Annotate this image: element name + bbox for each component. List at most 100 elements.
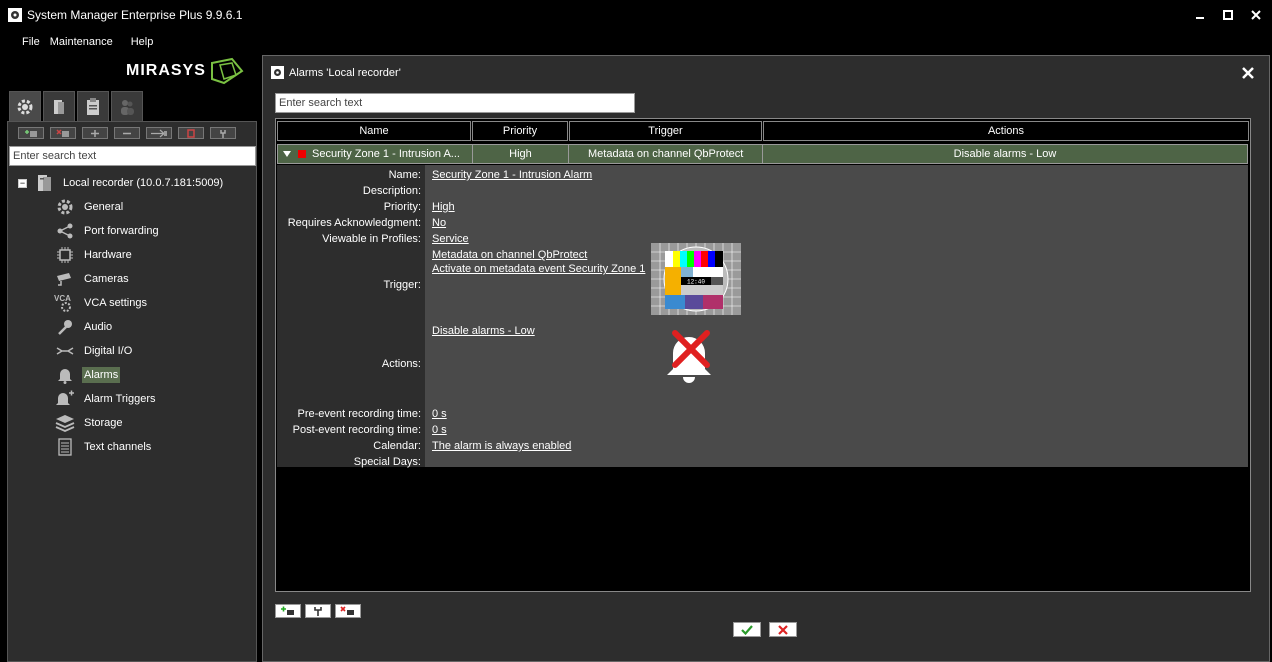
- alarms-search-input[interactable]: [275, 93, 635, 113]
- label-pre-event: Pre-event recording time:: [297, 408, 422, 420]
- window-title: System Manager Enterprise Plus 9.9.6.1: [27, 8, 243, 22]
- remove-server-button[interactable]: [50, 127, 76, 139]
- value-ack-link[interactable]: No: [432, 217, 446, 229]
- tab-clipboard[interactable]: [77, 91, 109, 121]
- tab-settings[interactable]: [9, 91, 41, 121]
- left-panel: MIRASYS Enter search text − Local record…: [0, 55, 260, 662]
- left-search-input[interactable]: [9, 146, 256, 166]
- layers-icon: [55, 415, 75, 432]
- add-alarm-icon: [281, 606, 294, 615]
- value-priority-link[interactable]: High: [432, 201, 455, 213]
- server-icon: [54, 99, 64, 114]
- value-profiles-link[interactable]: Service: [432, 233, 469, 245]
- menu-maintenance[interactable]: Maintenance: [50, 33, 131, 51]
- gear-icon: [57, 199, 73, 215]
- label-trigger: Trigger:: [383, 279, 422, 291]
- tree-item-text-channels[interactable]: Text channels: [54, 436, 153, 458]
- tree-item-digital-io[interactable]: Digital I/O: [54, 340, 134, 362]
- clipboard-icon: [87, 97, 99, 115]
- mirasys-logo-icon: [210, 57, 244, 85]
- wrench-icon: [220, 129, 226, 138]
- maximize-button[interactable]: [1220, 8, 1236, 22]
- tree-item-general[interactable]: General: [54, 196, 125, 218]
- delete-alarm-button[interactable]: [335, 604, 361, 618]
- column-header-priority[interactable]: Priority: [472, 121, 568, 141]
- minus-icon: [123, 132, 131, 134]
- tree-item-hardware[interactable]: Hardware: [54, 244, 134, 266]
- tab-servers[interactable]: [43, 91, 75, 121]
- tree-item-port-forwarding[interactable]: Port forwarding: [54, 220, 161, 242]
- value-trigger-event-link[interactable]: Activate on metadata event Security Zone…: [432, 263, 645, 275]
- tree-item-storage[interactable]: Storage: [54, 412, 125, 434]
- label-ack: Requires Acknowledgment:: [287, 217, 421, 229]
- tree-item-cameras[interactable]: Cameras: [54, 268, 131, 290]
- add-server-button[interactable]: [18, 127, 44, 139]
- value-pre-event-link[interactable]: 0 s: [432, 408, 447, 420]
- remove-button[interactable]: [114, 127, 140, 139]
- table-row[interactable]: Security Zone 1 - Intrusion A... High Me…: [277, 144, 1248, 164]
- chip-icon: [57, 247, 73, 263]
- dialog-close-icon[interactable]: [1241, 66, 1255, 80]
- menu-bar: File Maintenance Help: [0, 33, 171, 51]
- value-trigger-channel-link[interactable]: Metadata on channel QbProtect: [432, 249, 587, 261]
- minimize-button[interactable]: [1192, 8, 1208, 22]
- tree-item-alarms[interactable]: Alarms: [54, 364, 121, 386]
- tree-item-audio[interactable]: Audio: [54, 316, 114, 338]
- label-description: Description:: [362, 185, 421, 197]
- row-name-text: Security Zone 1 - Intrusion A...: [312, 148, 460, 160]
- maximize-icon: [1223, 10, 1233, 20]
- menu-help[interactable]: Help: [131, 33, 172, 51]
- add-alarm-button[interactable]: [275, 604, 301, 618]
- row-expand-arrow-icon[interactable]: [282, 150, 292, 158]
- label-profiles: Viewable in Profiles:: [322, 233, 421, 245]
- value-post-event-link[interactable]: 0 s: [432, 424, 447, 436]
- collapse-icon[interactable]: −: [18, 178, 27, 188]
- tab-users[interactable]: [111, 91, 143, 121]
- column-header-actions[interactable]: Actions: [763, 121, 1249, 141]
- brand-name: MIRASYS: [126, 62, 206, 79]
- svg-text:VCA: VCA: [54, 294, 71, 303]
- microphone-icon: [58, 320, 72, 335]
- tools-button[interactable]: [210, 127, 236, 139]
- tree-item-label: Hardware: [84, 249, 132, 261]
- vca-icon: VCA: [54, 294, 71, 312]
- dialog-title: Alarms 'Local recorder': [289, 66, 401, 79]
- users-icon: [121, 99, 134, 115]
- value-action-link[interactable]: Disable alarms - Low: [432, 325, 535, 337]
- cell-trigger: Metadata on channel QbProtect: [569, 145, 763, 163]
- column-header-name[interactable]: Name: [277, 121, 471, 141]
- cancel-button[interactable]: [769, 622, 797, 637]
- move-button[interactable]: [146, 127, 172, 139]
- tree-item-label: Alarm Triggers: [84, 393, 156, 405]
- stop-button[interactable]: [178, 127, 204, 139]
- alarms-dialog: Alarms 'Local recorder' Name Priority Tr…: [262, 55, 1270, 662]
- column-header-trigger[interactable]: Trigger: [569, 121, 762, 141]
- tree-root-label: Local recorder (10.0.7.181:5009): [63, 177, 224, 189]
- stop-icon: [187, 128, 195, 138]
- dialog-gear-icon: [271, 66, 284, 79]
- add-button[interactable]: [82, 127, 108, 139]
- camera-icon: [57, 273, 71, 286]
- close-button[interactable]: [1248, 8, 1264, 22]
- tree-root-local-recorder[interactable]: − Local recorder (10.0.7.181:5009): [18, 172, 223, 194]
- disabled-alarm-bell-icon: [667, 330, 711, 383]
- tree-item-label: Cameras: [84, 273, 129, 285]
- menu-file[interactable]: File: [0, 33, 50, 51]
- ok-button[interactable]: [733, 622, 761, 637]
- plus-icon: [91, 129, 99, 137]
- document-icon: [58, 438, 72, 456]
- label-name: Name:: [388, 169, 421, 181]
- edit-alarm-button[interactable]: [305, 604, 331, 618]
- tree-item-vca-settings[interactable]: VCA VCA settings: [54, 292, 149, 314]
- value-calendar-link[interactable]: The alarm is always enabled: [432, 440, 571, 452]
- dialog-title-bar: Alarms 'Local recorder': [271, 66, 401, 79]
- label-post-event: Post-event recording time:: [292, 424, 421, 436]
- bell-icon: [58, 369, 72, 384]
- value-name-link[interactable]: Security Zone 1 - Intrusion Alarm: [432, 169, 592, 181]
- tree-item-alarm-triggers[interactable]: Alarm Triggers: [54, 388, 158, 410]
- left-tabs: [9, 91, 143, 121]
- tree-item-label: Port forwarding: [84, 225, 159, 237]
- test-pattern-time: 12:40: [687, 279, 705, 286]
- close-icon: [1251, 10, 1261, 20]
- cell-name: Security Zone 1 - Intrusion A...: [278, 145, 473, 163]
